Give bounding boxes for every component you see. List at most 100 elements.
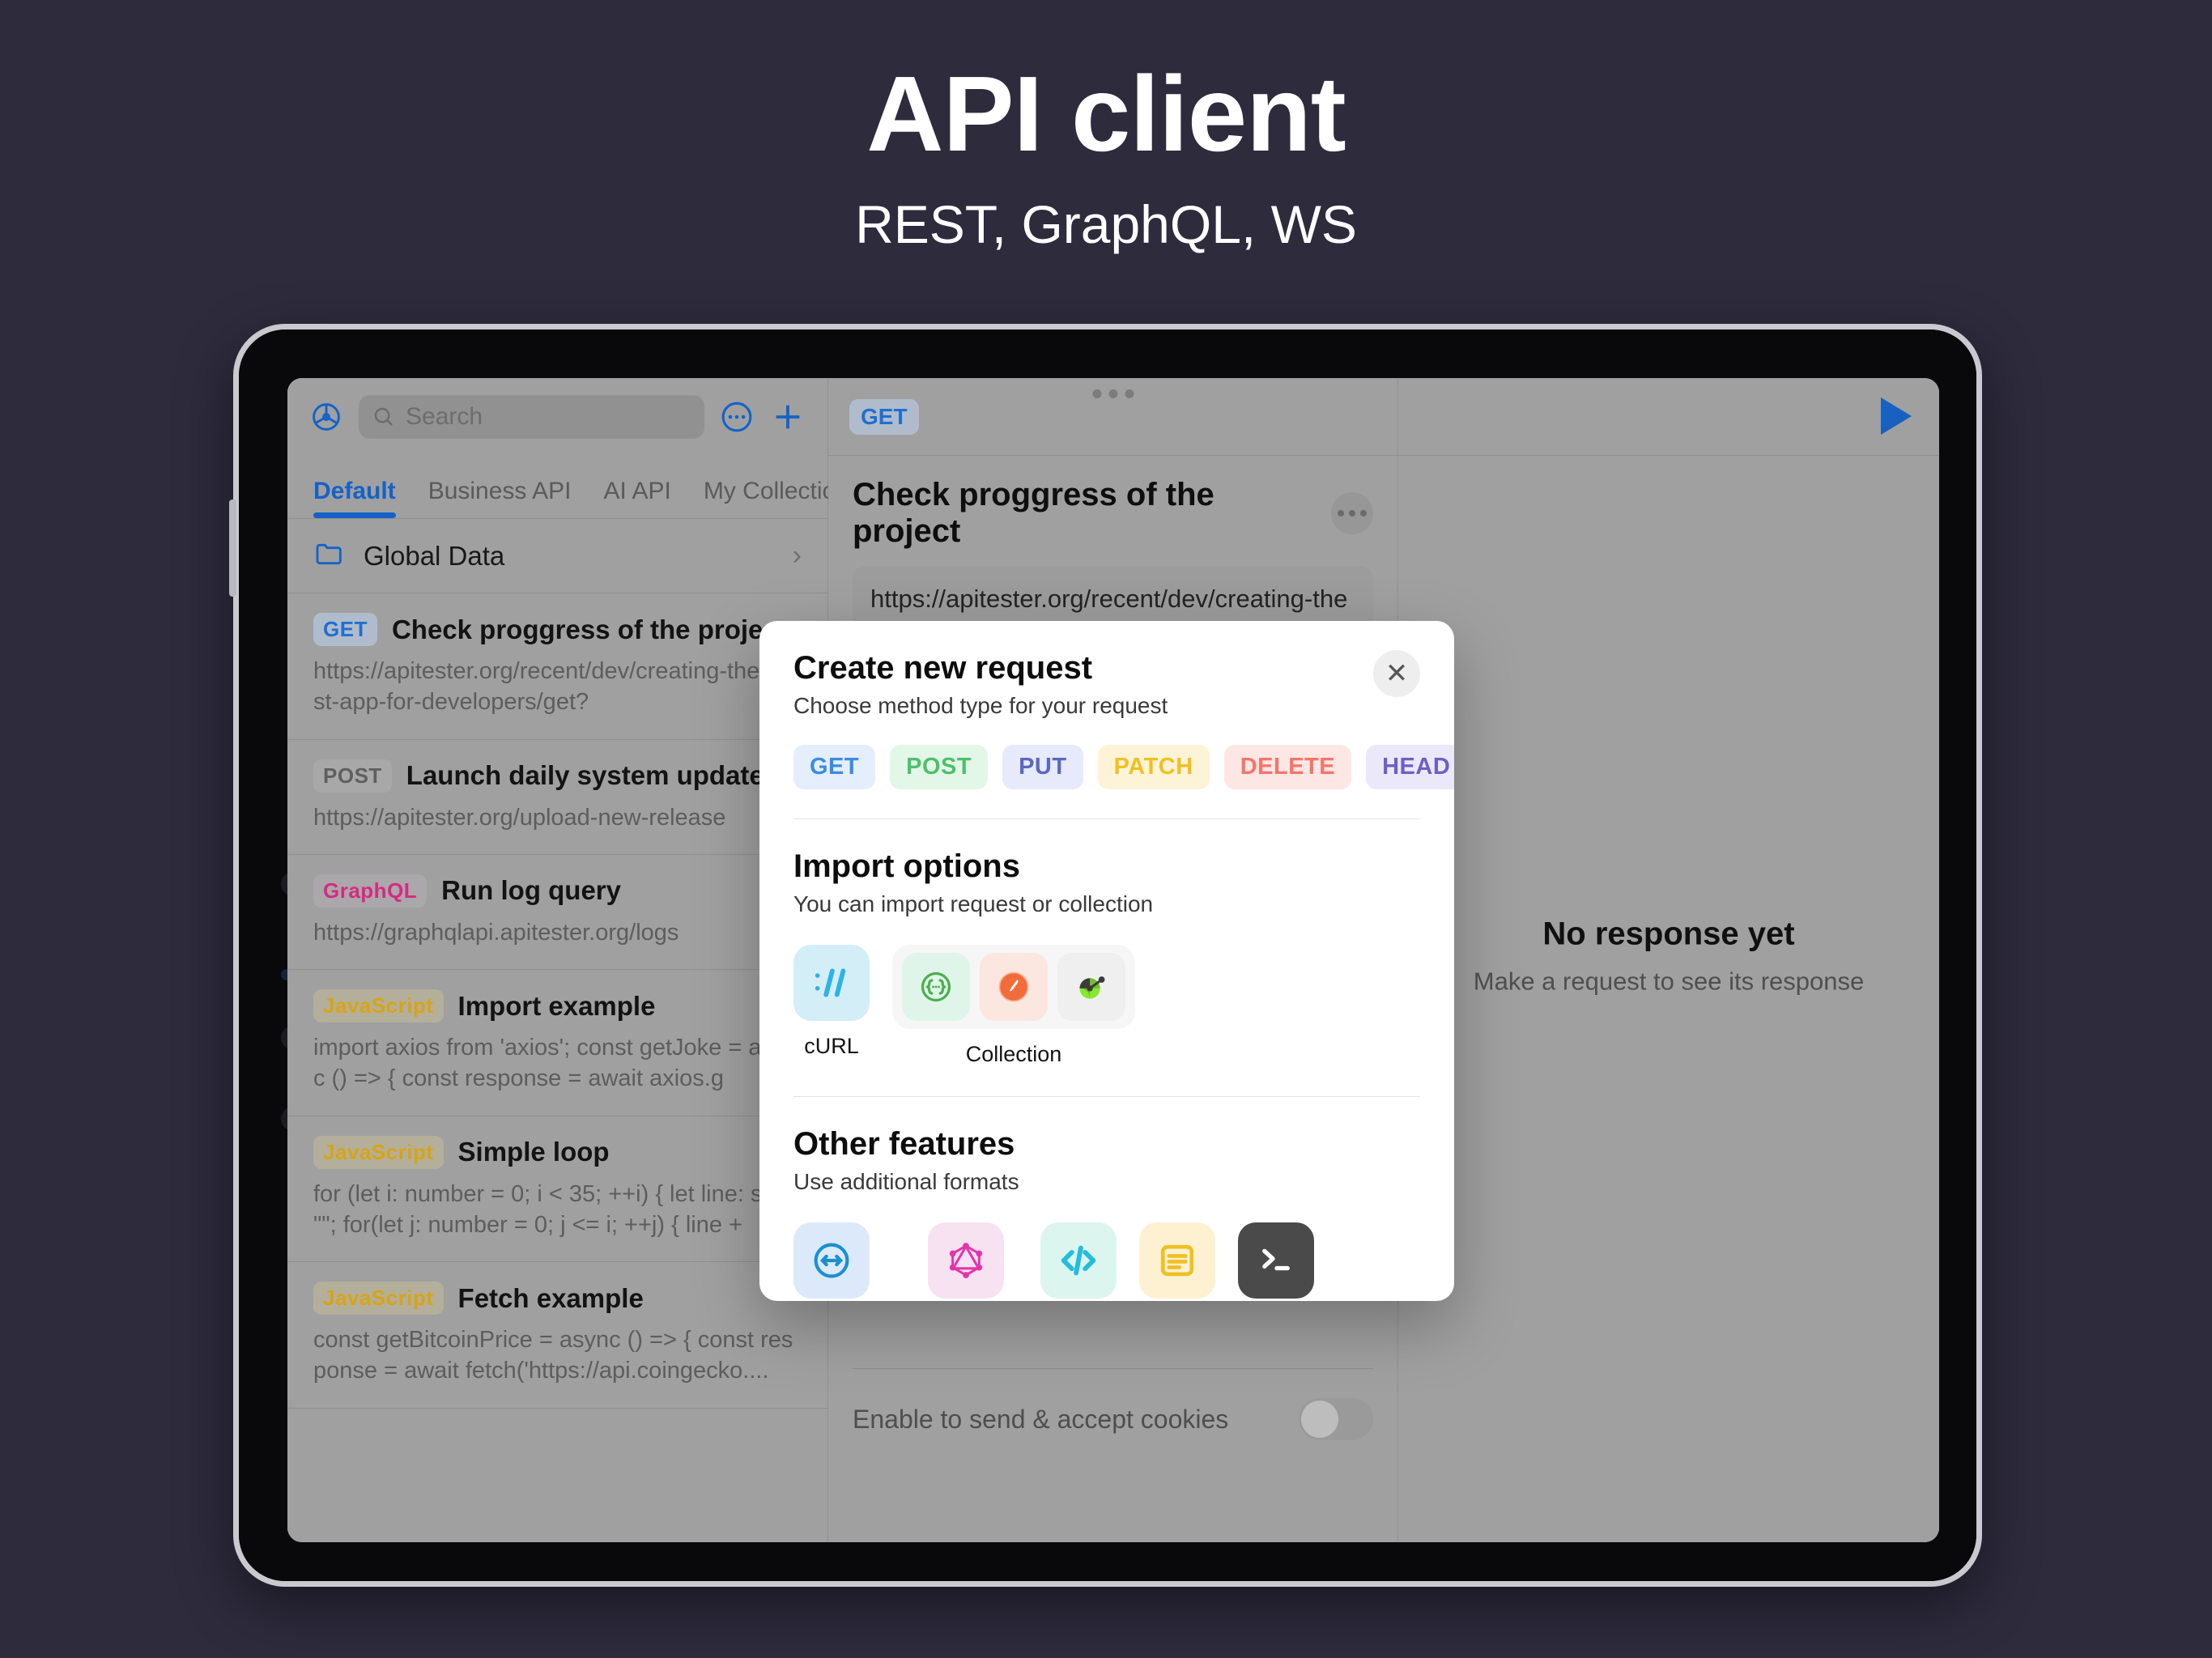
search-icon <box>374 407 393 426</box>
page-root: API client REST, GraphQL, WS Search Defa… <box>0 0 2212 1658</box>
plus-icon[interactable] <box>769 398 806 436</box>
cookies-toggle[interactable] <box>1299 1398 1373 1440</box>
collection-tiles <box>892 945 1135 1029</box>
request-url: https://apitester.org/recent/dev/creatin… <box>313 658 794 716</box>
method-badge: POST <box>313 759 392 793</box>
request-topbar: GET <box>828 378 1397 456</box>
request-header: JavaScript Simple loop <box>313 1135 802 1169</box>
ellipsis-icon[interactable] <box>1331 492 1373 534</box>
page-subtitle: REST, GraphQL, WS <box>855 193 1357 254</box>
curl-label: cURL <box>804 1034 859 1058</box>
close-icon[interactable]: ✕ <box>1373 650 1420 697</box>
collection-tabs: Default Business API AI API My Collectio… <box>287 456 849 519</box>
folder-icon <box>313 538 346 574</box>
request-url: const getBitcoinPrice = async () => { co… <box>313 1327 793 1384</box>
tab-default[interactable]: Default <box>313 478 396 518</box>
import-options-section: Import options You can import request or… <box>759 819 1454 1067</box>
method-badge: JavaScript <box>313 989 444 1023</box>
request-title-row: Check proggress of the project <box>853 477 1373 550</box>
method-badge: JavaScript <box>313 1282 444 1316</box>
request-header: JavaScript Import example <box>313 989 802 1023</box>
chevron-right-icon: › <box>792 540 802 571</box>
list-item[interactable]: JavaScript Fetch example const getBitcoi… <box>287 1262 827 1409</box>
request-method-badge[interactable]: GET <box>849 399 919 435</box>
note-icon <box>1138 1222 1215 1299</box>
method-pill-put[interactable]: PUT <box>1002 745 1083 789</box>
response-panel: No response yet Make a request to see it… <box>1398 378 1939 1542</box>
cookies-row: Enable to send & accept cookies <box>853 1368 1373 1440</box>
import-options-subtitle: You can import request or collection <box>793 891 1154 916</box>
request-url: import axios from 'axios'; const getJoke… <box>313 1035 798 1092</box>
tab-ai-api[interactable]: AI API <box>603 478 670 518</box>
method-pill-get[interactable]: GET <box>793 745 876 789</box>
empty-state-subtitle: Make a request to see its response <box>1473 967 1865 996</box>
request-header: GET Check proggress of the project <box>313 613 802 646</box>
drag-handle[interactable] <box>1092 389 1134 398</box>
search-placeholder: Search <box>406 403 483 430</box>
modal-header: Create new request Choose method type fo… <box>759 621 1454 789</box>
request-title: Check proggress of the project <box>391 614 787 644</box>
feature-note[interactable]: Note <box>1138 1222 1215 1301</box>
list-item[interactable]: JavaScript Import example import axios f… <box>287 970 827 1116</box>
list-item[interactable]: POST Launch daily system update https://… <box>287 740 827 855</box>
modal-subtitle: Choose method type for your request <box>793 693 1168 718</box>
terminal-icon <box>1237 1222 1314 1299</box>
request-title: Run log query <box>441 875 622 906</box>
request-url: https://apitester.org/upload-new-release <box>313 804 726 831</box>
graphql-icon <box>927 1222 1004 1299</box>
play-icon[interactable] <box>1881 397 1912 435</box>
folder-row-global-data[interactable]: Global Data › <box>287 519 827 593</box>
method-pill-patch[interactable]: PATCH <box>1097 745 1210 789</box>
sidebar-toolbar: Search <box>287 378 827 456</box>
request-header: GraphQL Run log query <box>313 874 802 908</box>
request-title: Import example <box>457 990 656 1021</box>
sidebar-panel: Search Default Business API AI API My Co… <box>287 378 849 1542</box>
postman-icon[interactable] <box>980 953 1048 1021</box>
swagger-icon[interactable] <box>1057 953 1125 1021</box>
feature-terminal[interactable]: Terminal <box>1237 1222 1321 1301</box>
collection-label: Collection <box>965 1042 1062 1066</box>
response-topbar <box>1398 378 1939 456</box>
request-header: JavaScript Fetch example <box>313 1282 802 1316</box>
modal-title: Create new request <box>793 650 1093 686</box>
list-item[interactable]: JavaScript Simple loop for (let i: numbe… <box>287 1116 827 1263</box>
other-features-subtitle: Use additional formats <box>793 1169 1019 1194</box>
folder-label: Global Data <box>364 540 505 571</box>
empty-state: No response yet Make a request to see it… <box>1398 916 1939 997</box>
volume-button[interactable] <box>229 500 236 597</box>
other-features-icons: WebSocket <box>793 1222 1420 1301</box>
other-features-section: Other features Use additional formats We… <box>759 1097 1454 1301</box>
search-input[interactable]: Search <box>359 395 704 439</box>
feature-script[interactable]: Script <box>1040 1222 1117 1301</box>
method-badge: GET <box>313 613 377 646</box>
feature-graphql[interactable]: GraphQL <box>927 1222 1018 1301</box>
import-options-icons: cURL Collection <box>793 945 1420 1067</box>
list-item[interactable]: GET Check proggress of the project https… <box>287 593 827 740</box>
more-circle-icon[interactable] <box>719 399 755 435</box>
insomnia-icon[interactable] <box>902 953 970 1021</box>
cookies-label: Enable to send & accept cookies <box>853 1404 1229 1434</box>
tab-my-collection[interactable]: My Collection <box>704 478 849 518</box>
create-request-modal: Create new request Choose method type fo… <box>759 621 1454 1301</box>
method-pill-delete[interactable]: DELETE <box>1223 745 1352 789</box>
import-options-title: Import options <box>793 848 1020 884</box>
method-badge: GraphQL <box>313 874 428 908</box>
import-collection[interactable]: Collection <box>892 945 1135 1067</box>
import-curl[interactable]: cURL <box>793 945 870 1059</box>
request-title: Fetch example <box>457 1282 644 1313</box>
hero-header: API client REST, GraphQL, WS <box>0 0 2212 255</box>
method-type-list: GET POST PUT PATCH DELETE HEAD OPTIONS <box>793 745 1454 789</box>
empty-state-title: No response yet <box>1542 916 1795 952</box>
feature-websocket[interactable]: WebSocket <box>793 1222 905 1301</box>
request-title: Simple loop <box>457 1137 610 1167</box>
curl-icon <box>793 945 870 1021</box>
gear-icon[interactable] <box>308 399 344 435</box>
list-item[interactable]: GraphQL Run log query https://graphqlapi… <box>287 855 827 971</box>
page-title: API client <box>866 54 1346 173</box>
request-title: Launch daily system update <box>406 760 764 791</box>
request-header: POST Launch daily system update <box>313 759 802 793</box>
websocket-icon <box>793 1222 870 1299</box>
method-pill-head[interactable]: HEAD <box>1366 745 1454 789</box>
tab-business-api[interactable]: Business API <box>428 478 572 518</box>
method-pill-post[interactable]: POST <box>890 745 989 789</box>
